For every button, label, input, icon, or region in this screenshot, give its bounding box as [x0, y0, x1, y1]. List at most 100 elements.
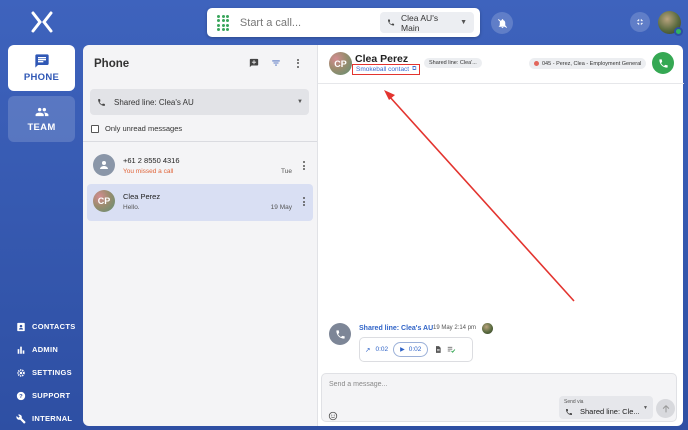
start-call-input[interactable] [239, 16, 380, 29]
online-status-dot [674, 27, 683, 36]
more-vert-icon[interactable] [302, 197, 306, 206]
send-via-value: Shared line: Cle... [580, 407, 640, 416]
nav-support-label: SUPPORT [32, 391, 71, 400]
call-button[interactable] [652, 52, 674, 74]
call-duration: 0:02 [375, 346, 389, 353]
emoji-icon[interactable] [328, 408, 338, 426]
conversation-item[interactable]: +61 2 8550 4316 You missed a call Tue [87, 148, 313, 185]
nav-support[interactable]: ? SUPPORT [16, 384, 76, 407]
gear-icon [17, 368, 25, 377]
nav-admin[interactable]: ADMIN [16, 338, 76, 361]
collapse-button[interactable] [630, 12, 650, 32]
call-bar: Clea AU's Main ▼ [207, 8, 480, 37]
more-vert-icon[interactable] [293, 58, 303, 68]
nav-team-label: TEAM [27, 122, 56, 133]
conversation-list-panel: Phone Shared line: Clea's AU ▼ Only unre… [83, 45, 317, 426]
message-composer: Send via Shared line: Cle... ▼ [321, 373, 677, 422]
play-recording-button[interactable]: ▶ 0:02 [393, 342, 429, 357]
matter-chip-label: 045 - Perez, Clea - Employment General [542, 60, 642, 67]
recording-duration: 0:02 [408, 346, 422, 353]
chevron-down-icon: ▼ [460, 19, 467, 26]
conversation-date: 19 May [270, 204, 292, 211]
logo-icon [31, 11, 53, 33]
shared-line-chip: Shared line: Clea'... [424, 58, 482, 68]
nav-settings-label: SETTINGS [32, 368, 72, 377]
person-icon [93, 154, 115, 176]
filter-icon[interactable] [271, 58, 281, 68]
avatar [482, 323, 493, 334]
collapse-icon [637, 19, 643, 25]
line-selector[interactable]: Clea AU's Main ▼ [379, 12, 474, 33]
secondary-nav: CONTACTS ADMIN SETTINGS ? SUPPORT INTERN… [16, 315, 76, 430]
list-toolbar [249, 58, 303, 68]
phone-icon [658, 58, 668, 68]
avatar: CP [329, 52, 352, 75]
nav-phone[interactable]: PHONE [8, 45, 75, 91]
nav-phone-label: PHONE [23, 72, 60, 83]
nav-admin-label: ADMIN [32, 345, 59, 354]
message-sender: Shared line: Clea's AU [359, 325, 434, 332]
call-record-bubble: ↗ 0:02 ▶ 0:02 [359, 337, 473, 362]
panel-title: Phone [94, 58, 130, 70]
nav-internal-label: INTERNAL [32, 414, 73, 423]
phone-icon [387, 19, 395, 26]
dialpad-icon[interactable] [217, 14, 230, 31]
matter-chip[interactable]: 045 - Perez, Clea - Employment General [529, 58, 647, 69]
new-message-icon[interactable] [249, 58, 259, 68]
chat-icon [34, 54, 49, 68]
contacts-icon [17, 322, 25, 331]
smokeball-contact-link[interactable]: Smokeball contact ⧉ [352, 64, 421, 75]
nav-contacts[interactable]: CONTACTS [16, 315, 76, 338]
help-icon: ? [16, 391, 26, 400]
conversation-name: +61 2 8550 4316 [123, 156, 180, 165]
bubble-actions [434, 345, 457, 354]
play-icon: ▶ [400, 347, 405, 353]
arrow-up-icon [662, 404, 669, 412]
nav-settings[interactable]: SETTINGS [16, 361, 76, 384]
conversation-preview: Hello. [123, 204, 140, 211]
do-not-disturb-button[interactable] [491, 12, 513, 34]
phone-icon [335, 329, 345, 339]
unread-filter[interactable]: Only unread messages [91, 124, 182, 133]
unread-checkbox[interactable] [91, 124, 99, 133]
divider [83, 141, 317, 142]
bar-chart-icon [17, 346, 25, 354]
conversation-date: Tue [281, 168, 292, 175]
external-link-icon: ⧉ [412, 66, 417, 72]
conversation-panel: CP Clea Perez Smokeball contact ⧉ Shared… [317, 45, 684, 426]
smokeball-contact-label: Smokeball contact [356, 66, 410, 73]
outgoing-call-icon: ↗ [365, 346, 371, 354]
svg-text:?: ? [19, 394, 23, 400]
phone-icon [566, 409, 572, 415]
send-via-label: Send via [564, 399, 584, 405]
more-vert-icon[interactable] [302, 161, 306, 170]
nav-internal[interactable]: INTERNAL [16, 407, 76, 430]
transcript-check-icon[interactable] [446, 345, 457, 354]
chevron-down-icon: ▼ [643, 405, 648, 411]
send-button[interactable] [656, 399, 675, 418]
nav-contacts-label: CONTACTS [32, 322, 76, 331]
message-timestamp: 19 May 2:14 pm [433, 325, 477, 331]
wrench-icon [16, 413, 26, 424]
bell-off-icon [497, 18, 507, 28]
shared-line-filter[interactable]: Shared line: Clea's AU ▼ [90, 89, 309, 115]
people-icon [35, 107, 48, 117]
conversation-item-selected[interactable]: CP Clea Perez Hello. 19 May [87, 184, 313, 221]
line-selector-label: Clea AU's Main [401, 12, 439, 33]
conversation-header: CP Clea Perez Smokeball contact ⧉ Shared… [318, 45, 684, 84]
message-input[interactable] [329, 381, 529, 388]
document-icon[interactable] [434, 345, 442, 354]
app-window: Clea AU's Main ▼ PHONE TEAM CONTACTS ADM… [0, 0, 688, 430]
user-avatar[interactable] [658, 11, 683, 36]
chevron-down-icon: ▼ [297, 99, 303, 105]
send-via-selector[interactable]: Send via Shared line: Cle... ▼ [559, 396, 653, 419]
conversation-name: Clea Perez [123, 192, 161, 201]
call-avatar [329, 323, 351, 345]
unread-filter-label: Only unread messages [105, 124, 183, 133]
conversation-preview: You missed a call [123, 168, 174, 175]
matter-icon [534, 61, 539, 66]
phone-icon [98, 98, 105, 106]
nav-team[interactable]: TEAM [8, 96, 75, 142]
avatar: CP [93, 190, 115, 212]
shared-line-filter-label: Shared line: Clea's AU [114, 97, 194, 107]
